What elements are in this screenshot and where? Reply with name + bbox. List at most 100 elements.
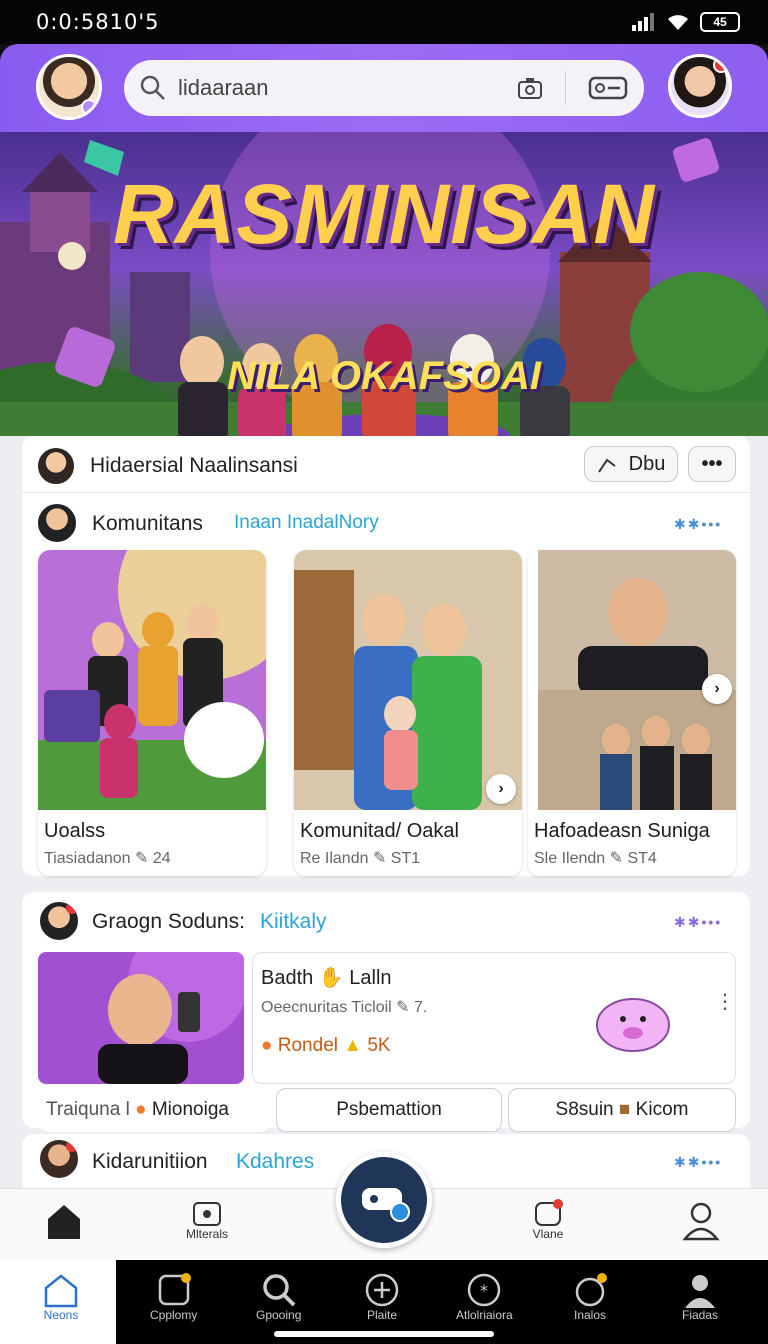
tile-3[interactable]: › Hafoadeasn Suniga Sle Ilendn ✎ ST4 [528,550,736,876]
more-dots[interactable]: ✱✱••• [674,516,722,533]
nav-home[interactable] [44,1201,84,1241]
banner-title: RASMINISAN [112,167,655,261]
tag-button-1[interactable]: Traiquna l ● Mionoiga [38,1088,270,1132]
section-avatar[interactable] [36,446,76,486]
activity-icon: * [468,1273,501,1307]
feature-panel[interactable]: Badth ✋ Lalln Oeecnuritas Ticloil ✎ 7. ●… [252,952,736,1084]
view-icon [535,1199,563,1226]
sub-link[interactable]: Inaan InadalNory [234,512,379,534]
search-input[interactable]: lidaaraan [178,75,269,101]
vr-icon[interactable] [588,75,628,101]
nav-label: Vlane [532,1227,564,1241]
camera-icon[interactable] [517,76,543,100]
sub-avatar[interactable] [36,502,78,544]
plus-circle-icon [365,1273,399,1307]
nav-label: Inalos [573,1308,607,1322]
divider [22,492,750,493]
feature-title: Badth ✋ Lalln [261,967,392,989]
tile-meta: Re Ilandn ✎ ST1 [300,850,421,867]
controller-icon [362,1188,410,1222]
group-search-icon [262,1274,296,1307]
dbu-button-label: Dbu [628,452,666,475]
group-card: Graogn Soduns: Kiitkaly ✱✱••• Badth ✋ La… [22,892,750,1132]
online-badge [81,99,97,115]
section-title-link[interactable]: Kiitkaly [260,910,327,934]
neons-icon [44,1274,78,1308]
section-avatar[interactable] [38,1138,80,1180]
home-indicator[interactable] [274,1331,494,1337]
nav-label: Gpooing [256,1308,302,1322]
section-title: Kidarunitiion [92,1150,208,1173]
community-icon [158,1273,191,1306]
notification-badge [66,902,78,914]
tag-button-2[interactable]: Psbemattion [276,1088,502,1132]
top-header: lidaaraan [0,44,768,132]
create-fab[interactable] [336,1152,432,1248]
status-time: 0:0:5810'5 [36,10,160,34]
user-avatar[interactable] [36,54,102,120]
profile-avatar[interactable] [668,54,732,118]
tile-1[interactable]: Uoalss Tiasiadanon ✎ 24 [38,550,266,876]
nav-materials[interactable]: Mlterals [186,1199,228,1241]
nav-label: Cpplomy [150,1308,198,1322]
nav-profile[interactable] [682,1201,720,1241]
status-icons: 45 [632,12,740,32]
arrow-icon [597,458,616,473]
dbu-button[interactable]: Dbu [584,446,678,482]
materials-icon [193,1202,221,1226]
search-icon [140,75,165,100]
fab-inner [341,1157,427,1243]
tile-image [38,550,266,810]
nav-label: Fiadas [682,1308,719,1322]
tile-image [294,550,522,810]
notification-badge [713,57,729,73]
section-title: Hidaersial Naalinsansi [90,454,298,477]
status-bar: 0:0:5810'5 45 [0,0,768,44]
nav-view[interactable]: Vlane [532,1199,564,1241]
emoji-icon: ● [261,1035,273,1056]
section-title-link[interactable]: Kdahres [236,1150,314,1174]
community-card: Hidaersial Naalinsansi Dbu ••• Komunitan… [22,436,750,876]
more-button[interactable]: ••• [688,446,736,482]
nav-inalos[interactable]: Inalos [572,1272,608,1322]
more-dots[interactable]: ✱✱••• [674,914,722,931]
vertical-more-icon[interactable]: ⋮ [715,992,735,1012]
more-dots[interactable]: ✱✱••• [674,1154,722,1171]
music-icon [575,1273,607,1307]
chevron-right-icon[interactable]: › [702,674,732,704]
banner-subtitle: NILA OKAFSOAI [226,354,542,398]
tile-2[interactable]: › Komunitad/ Oakal Re Ilandn ✎ ST1 [294,550,522,876]
tile-meta: Sle Ilendn ✎ ST4 [534,850,657,867]
tile-title: Hafoadeasn Suniga [534,820,710,842]
feature-subtitle: Oeecnuritas Ticloil ✎ 7. [261,999,428,1016]
nav-search[interactable]: Gpooing [256,1272,301,1322]
svg-text:*: * [480,1281,488,1300]
profile-icon [682,1202,720,1241]
search-divider [565,71,566,105]
nav-label: Neons [43,1308,79,1322]
tile-meta: Tiasiadanon ✎ 24 [44,850,171,867]
sub-title: Komunitans [92,512,203,535]
hero-banner[interactable]: RASMINISAN NILA OKAFSOAI [0,132,768,436]
home-icon [48,1205,80,1239]
nav-label: Mlterals [186,1227,229,1241]
promo-image[interactable] [38,952,244,1084]
section-title: Graogn Soduns: [92,910,245,933]
nav-label: Plaite [366,1308,398,1322]
nav-label: Atlolriaiora [456,1308,513,1322]
tile-title: Uoalss [44,820,106,842]
nav-plaite[interactable]: Plaite [364,1272,400,1322]
nav-activity[interactable]: * Atlolriaiora [456,1272,513,1322]
nav-community[interactable]: Cpplomy [150,1272,197,1322]
pig-illustration [596,998,670,1052]
search-bar[interactable]: lidaaraan [124,60,644,116]
chevron-right-icon[interactable]: › [486,774,516,804]
notification-badge [66,1140,78,1152]
nav-neons[interactable]: Neons [42,1272,80,1322]
wifi-icon [668,15,688,30]
nav-fiadas[interactable]: Fiadas [682,1272,718,1322]
tag-button-3[interactable]: S8suin ■ Kicom [508,1088,736,1132]
feature-tag: ● Rondel ▲ 5K [261,1035,391,1056]
feed[interactable]: Hidaersial Naalinsansi Dbu ••• Komunitan… [0,436,768,1188]
section-avatar[interactable] [38,900,80,942]
